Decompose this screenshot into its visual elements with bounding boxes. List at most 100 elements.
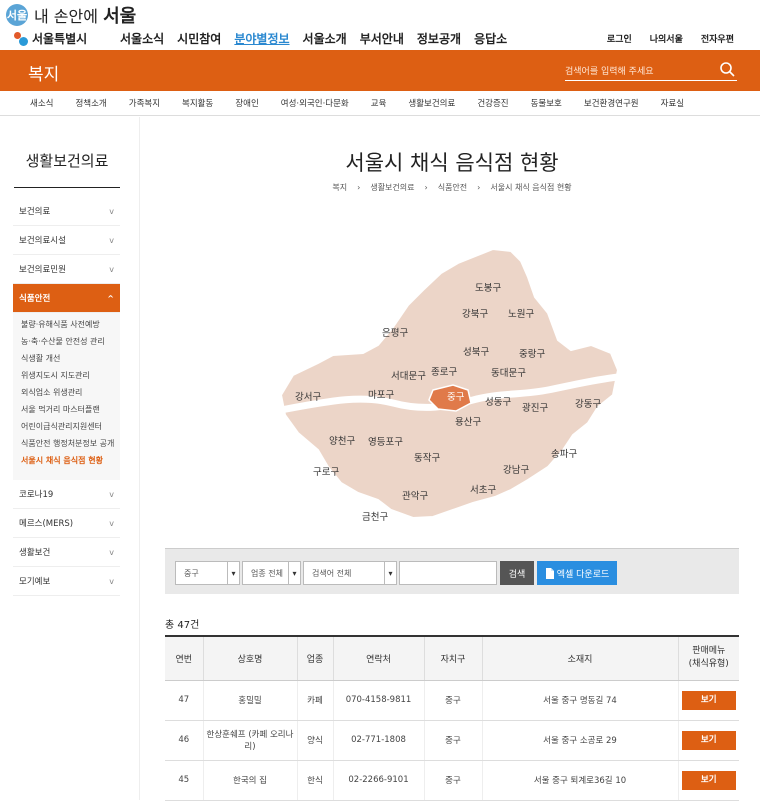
slogan-logo[interactable]: 서울 내 손안에 서울: [6, 3, 136, 27]
gnb-item-participation[interactable]: 시민참여: [177, 30, 221, 47]
subnav-item-news[interactable]: 새소식: [30, 97, 53, 109]
breadcrumb-item[interactable]: 복지: [332, 183, 347, 192]
view-menu-button[interactable]: 보기: [681, 730, 736, 750]
sidebar-item-label: 보건의료시설: [19, 236, 66, 246]
submenu-item-current[interactable]: 서울시 채식 음식점 현황: [21, 455, 120, 466]
sidebar-item-label: 코로나19: [19, 490, 54, 500]
submenu-item[interactable]: 서울 먹거리 마스터플랜: [21, 404, 120, 415]
map-district-label[interactable]: 동대문구: [491, 368, 526, 379]
view-menu-button[interactable]: 보기: [681, 770, 736, 790]
breadcrumb-item[interactable]: 식품안전: [438, 183, 467, 192]
chevron-down-icon: v: [109, 547, 114, 557]
gnb-item-news[interactable]: 서울소식: [120, 30, 164, 47]
gnb-item-response[interactable]: 응답소: [474, 30, 507, 47]
map-district-label[interactable]: 강남구: [503, 465, 529, 476]
map-district-label[interactable]: 중구: [447, 392, 465, 403]
search-input[interactable]: [565, 62, 715, 82]
subnav-item-women[interactable]: 여성·외국인·다문화: [281, 97, 349, 109]
map-district-label[interactable]: 구로구: [313, 467, 339, 478]
search-button[interactable]: 검색: [500, 561, 534, 585]
district-map: 도봉구강북구 노원구은평구성북구 중랑구종로구 동대문구 서대문구마포구 중구 성동구 광진구…: [273, 235, 633, 530]
sidebar-item-facilities[interactable]: 보건의료시설 v: [13, 226, 120, 255]
map-district-label[interactable]: 은평구: [382, 328, 408, 339]
seoul-city-logo[interactable]: 서울특별시: [14, 30, 87, 47]
gnb-item-field-info[interactable]: 분야별정보: [234, 30, 289, 47]
map-district-label[interactable]: 도봉구: [475, 283, 501, 294]
subnav-item-health-promotion[interactable]: 건강증진: [477, 97, 508, 109]
breadcrumb-item[interactable]: 생활보건의료: [370, 183, 414, 192]
map-district-label[interactable]: 강북구: [462, 309, 488, 320]
gnb-item-about[interactable]: 서울소개: [303, 30, 347, 47]
map-district-label[interactable]: 영등포구: [368, 437, 403, 448]
cell-district: 중구: [423, 720, 482, 761]
subnav-item-archive[interactable]: 자료실: [661, 97, 684, 109]
map-district-label[interactable]: 강서구: [295, 392, 321, 403]
district-select[interactable]: 중구 ▾: [175, 561, 240, 585]
cell-type: 카페: [296, 680, 333, 721]
map-district-label[interactable]: 마포구: [368, 390, 394, 401]
submenu-item[interactable]: 농·축·수산물 안전성 관리: [21, 336, 120, 347]
map-district-label[interactable]: 서대문구: [391, 371, 426, 382]
breadcrumb-sep: ›: [477, 183, 481, 192]
subnav-item-health-medical[interactable]: 생활보건의료: [408, 97, 455, 109]
subnav-item-research[interactable]: 보건환경연구원: [584, 97, 639, 109]
page-title: 서울시 채식 음식점 현황: [345, 151, 559, 175]
my-seoul-link[interactable]: 나의서울: [650, 32, 683, 45]
submenu-item[interactable]: 어린이급식관리지원센터: [21, 421, 120, 432]
table-row: 47 홍밀밀 카페 070-4158-9811 중구 서울 중구 명동길 74 …: [165, 680, 739, 721]
map-district-label[interactable]: 광진구: [522, 402, 548, 414]
submenu-item[interactable]: 외식업소 위생관리: [21, 387, 120, 398]
gnb-item-departments[interactable]: 부서안내: [360, 30, 404, 47]
map-district-label[interactable]: 성동구: [485, 397, 511, 408]
subnav-item-family[interactable]: 가족복지: [129, 97, 160, 109]
chevron-down-icon: v: [109, 489, 114, 499]
sidebar-item-healthcare[interactable]: 보건의료 v: [13, 197, 120, 226]
sidebar-item-label: 메르스(MERS): [19, 519, 74, 529]
subnav-item-activity[interactable]: 복지활동: [182, 97, 213, 109]
chevron-down-icon: v: [109, 518, 114, 528]
sidebar-item-covid[interactable]: 코로나19 v: [13, 480, 120, 509]
subnav-item-policy[interactable]: 정책소개: [75, 97, 106, 109]
gnb-item-disclosure[interactable]: 정보공개: [417, 30, 461, 47]
excel-download-button[interactable]: 엑셀 다운로드: [537, 561, 617, 585]
map-district-label[interactable]: 중랑구: [519, 348, 545, 360]
keyword-type-select[interactable]: 검색어 전체 ▾: [303, 561, 397, 585]
view-menu-button[interactable]: 보기: [681, 690, 736, 710]
map-district-label[interactable]: 관악구: [402, 490, 428, 502]
table-header-row: 연번 상호명 업종 연락처 자치구 소재지 판매메뉴 (채식유형): [165, 636, 739, 681]
login-link[interactable]: 로그인: [607, 32, 632, 45]
map-district-label[interactable]: 동작구: [414, 453, 440, 464]
sidebar-item-civil[interactable]: 보건의료민원 v: [13, 255, 120, 284]
cell-district: 중구: [423, 760, 482, 801]
submenu-item[interactable]: 위생지도시 지도관리: [21, 370, 120, 381]
sidebar-item-mosquito[interactable]: 모기예보 v: [13, 567, 120, 596]
submenu-item[interactable]: 식생활 개선: [21, 353, 120, 364]
email-link[interactable]: 전자우편: [701, 32, 734, 45]
sidebar-item-label: 생활보건: [19, 548, 51, 558]
map-district-label[interactable]: 서초구: [470, 485, 496, 496]
subnav-item-education[interactable]: 교육: [371, 97, 387, 109]
map-district-label[interactable]: 노원구: [508, 309, 534, 320]
breadcrumb-sep: ›: [424, 183, 428, 192]
search-icon[interactable]: [719, 61, 735, 77]
map-district-label[interactable]: 양천구: [329, 436, 355, 447]
sidebar-item-life-health[interactable]: 생활보건 v: [13, 538, 120, 567]
keyword-input[interactable]: [399, 561, 497, 585]
subnav-item-animal[interactable]: 동물보호: [531, 97, 562, 109]
chevron-up-icon: ^: [107, 293, 114, 303]
map-district-label[interactable]: 송파구: [551, 449, 577, 460]
submenu-item[interactable]: 불량·유해식품 사전예방: [21, 319, 120, 330]
subnav-item-disabled[interactable]: 장애인: [235, 97, 258, 109]
sidebar-item-mers[interactable]: 메르스(MERS) v: [13, 509, 120, 538]
cell-no: 45: [165, 760, 203, 801]
column-header: 상호명: [202, 636, 297, 681]
map-district-label[interactable]: 용산구: [455, 417, 481, 428]
map-district-label[interactable]: 금천구: [362, 512, 388, 523]
sidebar-item-food-safety[interactable]: 식품안전 ^: [13, 284, 120, 313]
business-type-select[interactable]: 업종 전체 ▾: [242, 561, 301, 585]
map-district-label[interactable]: 종로구: [431, 367, 457, 378]
submenu-item[interactable]: 식품안전 행정처분정보 공개: [21, 438, 120, 449]
cell-district: 중구: [423, 680, 482, 721]
map-district-label[interactable]: 성북구: [463, 347, 489, 358]
map-district-label[interactable]: 강동구: [575, 399, 601, 410]
